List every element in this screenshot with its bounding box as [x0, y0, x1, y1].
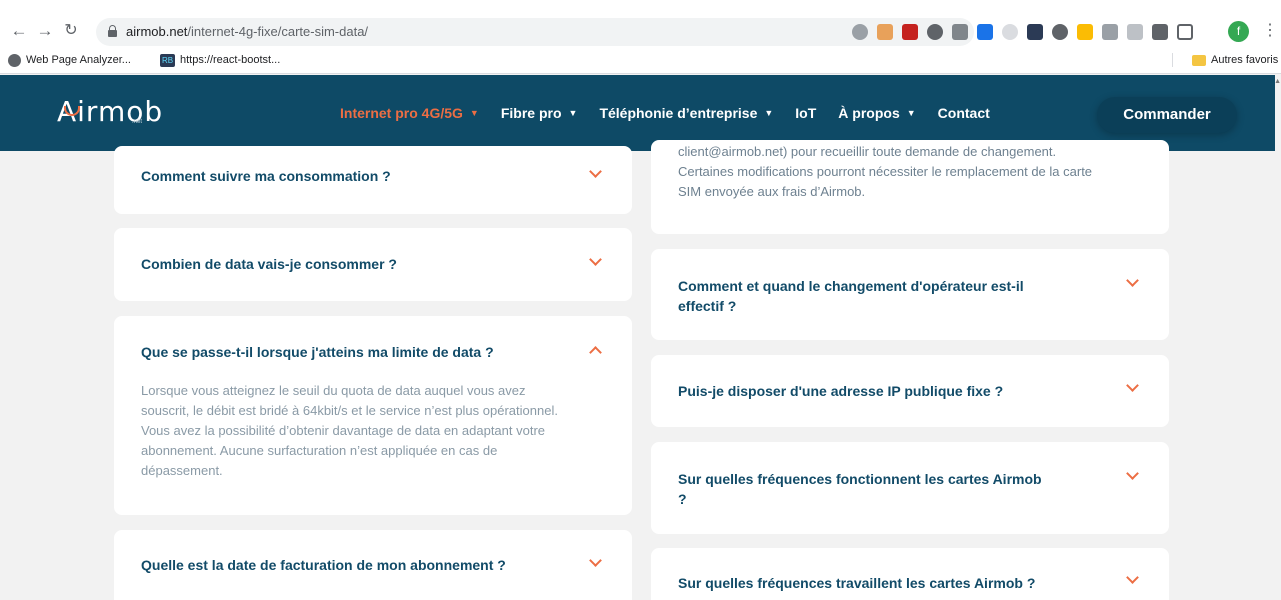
- faq-question: Que se passe-t-il lorsque j'atteins ma l…: [141, 344, 494, 360]
- extension-eyedropper-icon[interactable]: [952, 24, 968, 40]
- url-path: /internet-4g-fixe/carte-sim-data/: [187, 24, 369, 39]
- extension-recycle-icon[interactable]: [852, 24, 868, 40]
- bookmark-label: Web Page Analyzer...: [26, 54, 131, 66]
- reload-icon[interactable]: ↻: [60, 20, 82, 42]
- nav-label: Fibre pro: [500, 105, 562, 121]
- bookmark-label: Autres favoris: [1211, 54, 1279, 66]
- extensions-puzzle-icon[interactable]: [1152, 24, 1168, 40]
- question-line: ?: [678, 491, 687, 507]
- profile-avatar[interactable]: f: [1228, 21, 1249, 42]
- extension-red-icon[interactable]: [902, 24, 918, 40]
- globe-icon: [8, 53, 21, 67]
- chevron-down-icon[interactable]: [1126, 379, 1139, 392]
- nav-internet-pro[interactable]: Internet pro 4G/5G ▼: [340, 105, 479, 121]
- chevron-down-icon[interactable]: [589, 165, 602, 178]
- faq-answer: Lorsque vous atteignez le seuil du quota…: [141, 381, 558, 481]
- chevron-down-icon[interactable]: [589, 554, 602, 567]
- nav-telephonie[interactable]: Téléphonie d’entreprise ▼: [599, 105, 773, 121]
- chevron-down-icon[interactable]: [1126, 467, 1139, 480]
- chevron-down-icon[interactable]: [1126, 571, 1139, 584]
- chevron-down-icon[interactable]: [1126, 274, 1139, 287]
- forward-arrow-icon[interactable]: →: [34, 20, 56, 42]
- chevron-down-icon: ▼: [469, 108, 479, 118]
- extension-gear-icon[interactable]: [1052, 24, 1068, 40]
- chevron-down-icon: ▼: [764, 108, 774, 118]
- answer-line: dépassement.: [141, 463, 223, 478]
- lock-icon[interactable]: [108, 25, 117, 37]
- faq-item[interactable]: Sur quelles fréquences fonctionnent les …: [651, 442, 1169, 534]
- address-bar[interactable]: airmob.net/internet-4g-fixe/carte-sim-da…: [96, 18, 974, 46]
- faq-question: Comment suivre ma consommation ?: [141, 168, 391, 184]
- question-line: Sur quelles fréquences fonctionnent les …: [678, 471, 1042, 487]
- url-text[interactable]: airmob.net/internet-4g-fixe/carte-sim-da…: [126, 24, 368, 39]
- faq-question: Sur quelles fréquences travaillent les c…: [678, 573, 1035, 593]
- faq-item[interactable]: Quelle est la date de facturation de mon…: [114, 530, 632, 600]
- nav-label: Internet pro 4G/5G: [340, 105, 463, 121]
- commander-button[interactable]: Commander: [1097, 97, 1237, 133]
- answer-line: Vous avez la possibilité d’obtenir davan…: [141, 423, 546, 438]
- extension-colorful-icon[interactable]: [1077, 24, 1093, 40]
- extension-blue-icon[interactable]: [977, 24, 993, 40]
- answer-line: Certaines modifications pourront nécessi…: [678, 164, 1093, 179]
- nav-iot[interactable]: IoT: [795, 105, 816, 121]
- question-line: Sur quelles fréquences travaillent les c…: [678, 575, 1036, 591]
- nav-label: Contact: [937, 105, 990, 121]
- answer-line: abonnement. Aucune surfacturation n’est …: [141, 443, 498, 458]
- chevron-down-icon: ▼: [906, 108, 916, 118]
- bookmark-label: https://react-bootst...: [180, 54, 281, 66]
- logo-suffix: .net: [132, 119, 143, 125]
- chevron-up-icon[interactable]: [589, 346, 602, 359]
- react-bootstrap-icon: RB: [160, 53, 175, 67]
- question-line: Puis-je disposer d'une adresse IP publiq…: [678, 383, 1004, 399]
- back-arrow-icon[interactable]: ←: [8, 20, 30, 42]
- scrollbar-up-arrow-icon[interactable]: ▲: [1274, 78, 1281, 85]
- extension-cast-icon[interactable]: [1102, 24, 1118, 40]
- main-nav: Internet pro 4G/5G ▼ Fibre pro ▼ Télépho…: [340, 105, 990, 121]
- bookmark-other-folder[interactable]: Autres favoris: [1192, 52, 1278, 68]
- extensions-bar: [852, 22, 1193, 42]
- faq-item-expanded-partial[interactable]: client@airmob.net) pour recueillir toute…: [651, 140, 1169, 234]
- faq-question: Puis-je disposer d'une adresse IP publiq…: [678, 381, 1003, 401]
- faq-question: Quelle est la date de facturation de mon…: [141, 557, 506, 573]
- answer-line: souscrit, le débit est bridé à 64kbit/s …: [141, 403, 558, 418]
- nav-label: Téléphonie d’entreprise: [599, 105, 758, 121]
- nav-contact[interactable]: Contact: [938, 105, 990, 121]
- faq-item-expanded[interactable]: Que se passe-t-il lorsque j'atteins ma l…: [114, 316, 632, 515]
- browser-chrome: ← → ↻ airmob.net/internet-4g-fixe/carte-…: [0, 0, 1281, 74]
- extension-shield-icon[interactable]: [927, 24, 943, 40]
- faq-answer: client@airmob.net) pour recueillir toute…: [678, 142, 1092, 202]
- nav-fibre-pro[interactable]: Fibre pro ▼: [501, 105, 578, 121]
- bookmarks-bar: Web Page Analyzer... RB https://react-bo…: [0, 49, 1281, 71]
- faq-question: Combien de data vais-je consommer ?: [141, 256, 397, 272]
- nav-a-propos[interactable]: À propos ▼: [838, 105, 915, 121]
- url-host: airmob.net: [126, 24, 188, 39]
- question-line: effectif ?: [678, 298, 737, 314]
- faq-question: Sur quelles fréquences fonctionnent les …: [678, 469, 1042, 509]
- bookmark-react-bootstrap[interactable]: RB https://react-bootst...: [160, 52, 280, 68]
- faq-item[interactable]: Combien de data vais-je consommer ?: [114, 228, 632, 301]
- extension-timer-icon[interactable]: [1002, 24, 1018, 40]
- answer-line: SIM envoyée aux frais d’Airmob.: [678, 184, 866, 199]
- faq-item[interactable]: Puis-je disposer d'une adresse IP publiq…: [651, 355, 1169, 427]
- faq-question: Comment et quand le changement d'opérate…: [678, 276, 1024, 316]
- extension-react-icon[interactable]: [1027, 24, 1043, 40]
- answer-line: Lorsque vous atteignez le seuil du quota…: [141, 383, 526, 398]
- nav-label: IoT: [795, 105, 817, 121]
- nav-label: À propos: [838, 105, 900, 121]
- folder-icon: [1192, 54, 1206, 66]
- extension-screenshot-icon[interactable]: [1127, 24, 1143, 40]
- side-panel-icon[interactable]: [1177, 24, 1193, 40]
- browser-toolbar: ← → ↻ airmob.net/internet-4g-fixe/carte-…: [0, 18, 1281, 46]
- chevron-down-icon[interactable]: [589, 253, 602, 266]
- bookmarks-divider: [1172, 53, 1173, 67]
- chevron-down-icon: ▼: [568, 108, 578, 118]
- browser-menu-icon[interactable]: ⋮: [1262, 20, 1278, 42]
- bookmark-web-page-analyzer[interactable]: Web Page Analyzer...: [8, 52, 131, 68]
- extension-notes-icon[interactable]: [877, 24, 893, 40]
- answer-line: client@airmob.net) pour recueillir toute…: [678, 144, 1057, 159]
- faq-item[interactable]: Comment suivre ma consommation ?: [114, 146, 632, 214]
- faq-item[interactable]: Comment et quand le changement d'opérate…: [651, 249, 1169, 340]
- faq-item[interactable]: Sur quelles fréquences travaillent les c…: [651, 548, 1169, 600]
- question-line: Comment et quand le changement d'opérate…: [678, 278, 1024, 294]
